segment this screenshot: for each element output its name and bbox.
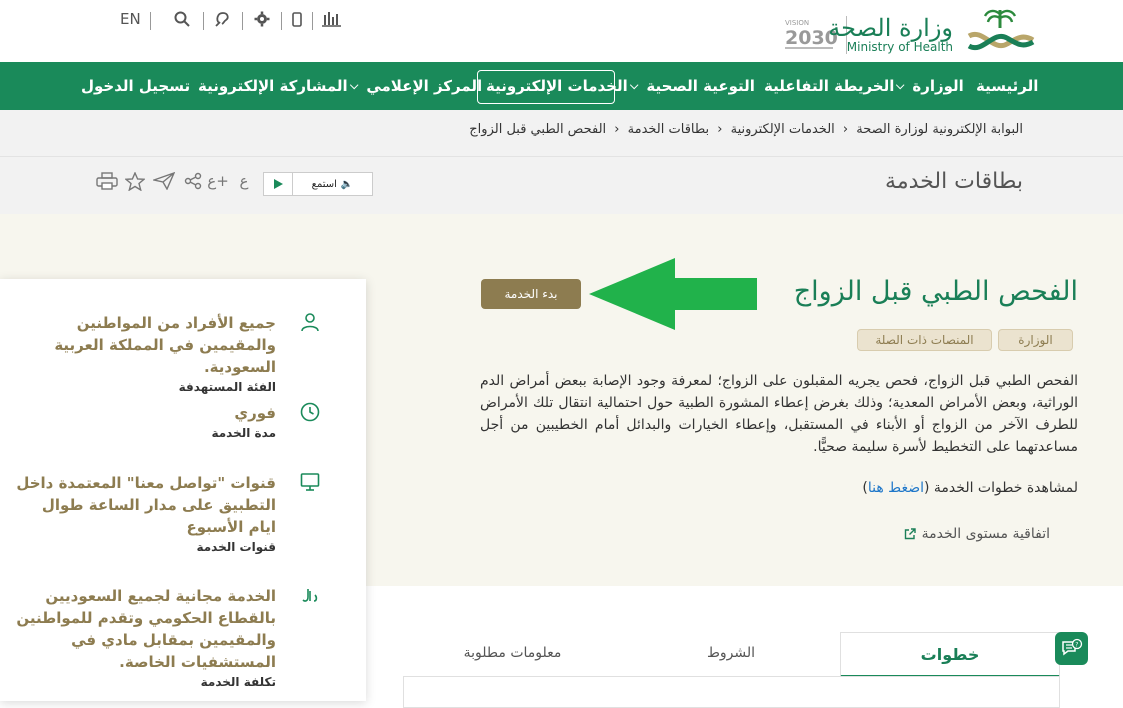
nav-label[interactable]: تسجيل الدخول bbox=[81, 77, 190, 95]
play-icon[interactable] bbox=[264, 173, 293, 195]
info-value: فوري bbox=[234, 404, 276, 422]
info-target-audience: جميع الأفراد من المواطنين والمقيمين في ا… bbox=[16, 312, 276, 394]
tab-conditions[interactable]: الشروط bbox=[622, 632, 840, 674]
info-value: قنوات "تواصل معنا" المعتمدة داخل التطبيق… bbox=[16, 474, 276, 536]
listen-widget[interactable]: استمع 🔈 bbox=[263, 172, 373, 196]
breadcrumb: البوابة الإلكترونية لوزارة الصحة ‹ الخدم… bbox=[469, 122, 1023, 137]
breadcrumb-separator: ‹ bbox=[614, 122, 620, 137]
nav-item-ministry[interactable]: ⌵ الوزارة bbox=[896, 62, 964, 110]
nav-label[interactable]: الخريطة التفاعلية bbox=[764, 77, 894, 95]
tab-required-info[interactable]: معلومات مطلوبة bbox=[403, 632, 622, 674]
chevron-down-icon: ⌵ bbox=[630, 79, 639, 92]
divider bbox=[150, 12, 151, 30]
ministry-name-arabic: وزارة الصحة bbox=[828, 14, 953, 42]
nav-label[interactable]: الخدمات الإلكترونية bbox=[486, 77, 628, 95]
tag-ministry[interactable]: الوزارة bbox=[998, 329, 1073, 351]
nav-item-home[interactable]: الرئيسية bbox=[976, 62, 1038, 110]
info-channels: قنوات "تواصل معنا" المعتمدة داخل التطبيق… bbox=[16, 472, 276, 554]
info-label: قنوات الخدمة bbox=[196, 540, 276, 554]
print-icon[interactable] bbox=[96, 170, 118, 192]
service-steps-line: لمشاهدة خطوات الخدمة (اضغط هنا) bbox=[862, 480, 1078, 496]
send-icon[interactable] bbox=[153, 170, 175, 192]
info-value: جميع الأفراد من المواطنين والمقيمين في ا… bbox=[54, 314, 276, 376]
breadcrumb-separator: ‹ bbox=[717, 122, 723, 137]
svg-text:VISION: VISION bbox=[785, 19, 809, 27]
tag-related-platforms[interactable]: المنصات ذات الصلة bbox=[857, 329, 992, 351]
nav-label[interactable]: التوعية الصحية bbox=[646, 77, 755, 95]
nav-item-health-awareness[interactable]: ⌵ التوعية الصحية bbox=[630, 62, 755, 110]
monitor-icon bbox=[300, 472, 322, 494]
language-switch[interactable]: EN bbox=[120, 8, 141, 30]
divider bbox=[281, 12, 282, 30]
info-duration: فوري مدة الخدمة bbox=[16, 402, 276, 440]
nav-label[interactable]: المشاركة الإلكترونية bbox=[198, 77, 348, 95]
breadcrumb-current: الفحص الطبي قبل الزواج bbox=[469, 122, 607, 137]
speaker-icon: 🔈 bbox=[340, 178, 354, 190]
start-service-label[interactable]: بدء الخدمة bbox=[505, 287, 558, 301]
breadcrumb-item[interactable]: الخدمات الإلكترونية bbox=[731, 122, 835, 137]
breadcrumb-separator: ‹ bbox=[842, 122, 849, 137]
sla-link[interactable]: اتفاقية مستوى الخدمة bbox=[904, 526, 1050, 542]
stats-icon[interactable] bbox=[322, 8, 341, 30]
search-icon[interactable] bbox=[174, 8, 190, 30]
chevron-down-icon: ⌵ bbox=[350, 79, 359, 92]
increase-font-icon[interactable]: ع+ bbox=[207, 170, 229, 192]
hearing-icon[interactable] bbox=[214, 8, 232, 30]
tab-label[interactable]: معلومات مطلوبة bbox=[464, 645, 562, 661]
external-link-icon bbox=[904, 528, 916, 540]
divider bbox=[242, 12, 243, 30]
breadcrumb-item[interactable]: بطاقات الخدمة bbox=[628, 122, 710, 137]
tag-label[interactable]: الوزارة bbox=[1018, 333, 1052, 347]
listen-label[interactable]: استمع bbox=[312, 179, 337, 190]
divider bbox=[312, 12, 313, 30]
breadcrumb-item[interactable]: البوابة الإلكترونية لوزارة الصحة bbox=[856, 122, 1023, 137]
info-value: الخدمة مجانية لجميع السعوديين بالقطاع ال… bbox=[16, 587, 276, 671]
mobile-icon[interactable] bbox=[292, 8, 302, 30]
nav-label[interactable]: الوزارة bbox=[912, 77, 963, 95]
page-title: بطاقات الخدمة bbox=[885, 169, 1023, 194]
service-info-card: جميع الأفراد من المواطنين والمقيمين في ا… bbox=[0, 279, 366, 701]
main-navigation: الرئيسية ⌵ الوزارة الخريطة التفاعلية ⌵ ا… bbox=[0, 62, 1123, 110]
nav-label[interactable]: المركز الإعلامي bbox=[366, 77, 482, 95]
svg-text:?: ? bbox=[1075, 641, 1078, 648]
tab-label[interactable]: الشروط bbox=[707, 645, 755, 661]
nav-item-eservices[interactable]: الخدمات الإلكترونية bbox=[486, 62, 628, 110]
nav-item-interactive-map[interactable]: الخريطة التفاعلية bbox=[764, 62, 894, 110]
nav-label[interactable]: الرئيسية bbox=[976, 77, 1038, 95]
nav-item-media-center[interactable]: ⌵ المركز الإعلامي bbox=[350, 62, 482, 110]
chat-button[interactable]: ? bbox=[1055, 632, 1088, 665]
tag-label[interactable]: المنصات ذات الصلة bbox=[875, 333, 973, 347]
breadcrumb-bar: البوابة الإلكترونية لوزارة الصحة ‹ الخدم… bbox=[0, 110, 1123, 157]
tab-label[interactable]: خطوات bbox=[921, 645, 980, 664]
tab-steps[interactable]: خطوات bbox=[840, 632, 1060, 679]
clock-icon bbox=[300, 402, 322, 424]
service-description: الفحص الطبي قبل الزواج، فحص يجريه المقبل… bbox=[480, 373, 1078, 455]
language-label[interactable]: EN bbox=[120, 10, 141, 28]
service-title: الفحص الطبي قبل الزواج bbox=[793, 276, 1078, 307]
info-label: الفئة المستهدفة bbox=[178, 380, 276, 394]
moh-emblem-icon bbox=[963, 6, 1037, 56]
gear-icon[interactable] bbox=[254, 8, 270, 30]
star-icon[interactable] bbox=[124, 170, 146, 192]
start-service-button[interactable]: بدء الخدمة bbox=[481, 279, 581, 309]
info-cost: الخدمة مجانية لجميع السعوديين بالقطاع ال… bbox=[16, 585, 276, 689]
steps-link[interactable]: اضغط هنا bbox=[868, 480, 924, 496]
share-icon[interactable] bbox=[182, 170, 204, 192]
arrow-pointer-icon bbox=[589, 258, 757, 330]
nav-item-login[interactable]: تسجيل الدخول bbox=[81, 62, 190, 110]
top-utility-bar: EN VISION 2030 وزارة الصحة Ministry of H… bbox=[0, 0, 1123, 62]
sla-label[interactable]: اتفاقية مستوى الخدمة bbox=[922, 526, 1050, 542]
info-label: تكلفة الخدمة bbox=[200, 675, 276, 689]
steps-text: لمشاهدة خطوات الخدمة ( bbox=[924, 480, 1078, 496]
tab-panel bbox=[403, 676, 1060, 708]
chat-icon: ? bbox=[1061, 638, 1082, 655]
decrease-font-icon[interactable]: ع bbox=[233, 170, 255, 192]
user-icon bbox=[300, 312, 322, 334]
chevron-down-icon: ⌵ bbox=[896, 79, 905, 92]
nav-item-e-participation[interactable]: المشاركة الإلكترونية bbox=[198, 62, 348, 110]
info-label: مدة الخدمة bbox=[211, 426, 276, 440]
ministry-name-english: Ministry of Health bbox=[846, 40, 953, 54]
divider bbox=[203, 12, 204, 30]
riyal-icon bbox=[300, 585, 322, 607]
